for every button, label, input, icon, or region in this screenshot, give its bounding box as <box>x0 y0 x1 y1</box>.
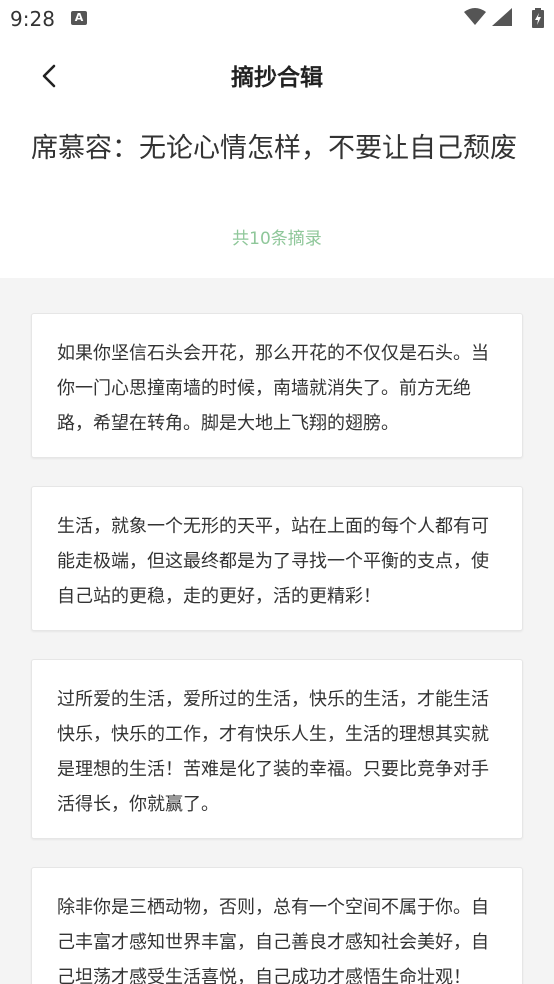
collection-title: 席慕容：无论心情怎样，不要让自己颓废 <box>31 133 517 164</box>
signal-icon <box>492 8 512 26</box>
status-bar: 9:28 A <box>0 0 554 38</box>
quote-text: 如果你坚信石头会开花，那么开花的不仅仅是石头。当你一门心思撞南墙的时候，南墙就消… <box>57 343 489 434</box>
status-time: 9:28 <box>10 7 55 31</box>
quote-card[interactable]: 如果你坚信石头会开花，那么开花的不仅仅是石头。当你一门心思撞南墙的时候，南墙就消… <box>31 313 523 458</box>
entry-count: 共10条摘录 <box>232 229 322 249</box>
battery-icon <box>532 8 544 28</box>
quote-card[interactable]: 过所爱的生活，爱所过的生活，快乐的生活，才能生活快乐，快乐的工作，才有快乐人生，… <box>31 659 523 839</box>
quote-text: 生活，就象一个无形的天平，站在上面的每个人都有可能走极端，但这最终都是为了寻找一… <box>57 516 489 607</box>
quote-card[interactable]: 生活，就象一个无形的天平，站在上面的每个人都有可能走极端，但这最终都是为了寻找一… <box>31 486 523 631</box>
app-bar: 摘抄合辑 <box>0 38 554 114</box>
notification-icon: A <box>71 11 87 25</box>
quote-card[interactable]: 除非你是三栖动物，否则，总有一个空间不属于你。自己丰富才感知世界丰富，自己善良才… <box>31 867 523 984</box>
quote-text: 过所爱的生活，爱所过的生活，快乐的生活，才能生活快乐，快乐的工作，才有快乐人生，… <box>57 689 489 815</box>
wifi-icon <box>464 8 486 25</box>
page-title: 摘抄合辑 <box>231 65 323 91</box>
collection-header: 席慕容：无论心情怎样，不要让自己颓废 共10条摘录 <box>0 114 554 278</box>
quote-text: 除非你是三栖动物，否则，总有一个空间不属于你。自己丰富才感知世界丰富，自己善良才… <box>57 897 489 984</box>
